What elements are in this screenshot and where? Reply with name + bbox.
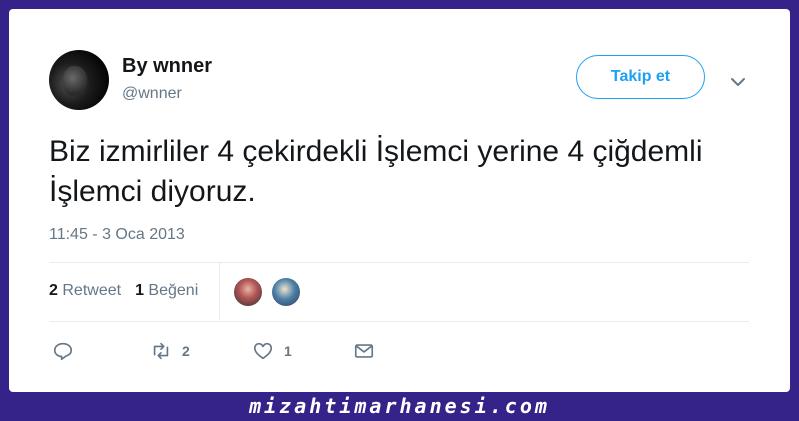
- heart-icon: [253, 342, 273, 360]
- tweet-stats: 2 Retweet 1 Beğeni: [49, 282, 198, 300]
- retweet-icon: [153, 342, 169, 360]
- reply-button[interactable]: [52, 340, 74, 362]
- tweet-text: Biz izmirliler 4 çekirdekli İşlemci yeri…: [49, 135, 703, 208]
- liker-avatar[interactable]: [233, 277, 263, 307]
- liker-avatar[interactable]: [271, 277, 301, 307]
- like-button[interactable]: 1: [252, 340, 292, 362]
- retweet-stat-label: Retweet: [62, 282, 122, 299]
- like-stat-count: 1: [135, 282, 144, 299]
- retweet-stat[interactable]: 2 Retweet: [49, 282, 121, 300]
- tweet-card: By wnner @wnner Takip et Biz izmirliler …: [9, 9, 790, 392]
- watermark: mizahtimarhanesi.com: [249, 394, 550, 418]
- retweet-stat-count: 2: [49, 282, 58, 299]
- reply-icon: [53, 342, 73, 361]
- divider-bottom: [49, 321, 749, 322]
- chevron-down-icon[interactable]: [728, 72, 748, 92]
- avatar[interactable]: [49, 50, 109, 110]
- like-stat[interactable]: 1 Beğeni: [135, 282, 198, 300]
- divider-top: [49, 262, 749, 263]
- envelope-icon: [354, 344, 374, 358]
- like-count: 1: [284, 343, 292, 359]
- retweet-count: 2: [182, 343, 190, 359]
- retweet-button[interactable]: 2: [150, 340, 190, 362]
- follow-button[interactable]: Takip et: [576, 55, 705, 99]
- avatar-face: [63, 66, 87, 96]
- tweet-timestamp[interactable]: 11:45 - 3 Oca 2013: [49, 226, 185, 244]
- stats-separator: [219, 263, 220, 320]
- display-name[interactable]: By wnner: [122, 55, 212, 78]
- user-handle[interactable]: @wnner: [122, 85, 182, 103]
- like-stat-label: Beğeni: [148, 282, 199, 299]
- message-button[interactable]: [353, 340, 375, 362]
